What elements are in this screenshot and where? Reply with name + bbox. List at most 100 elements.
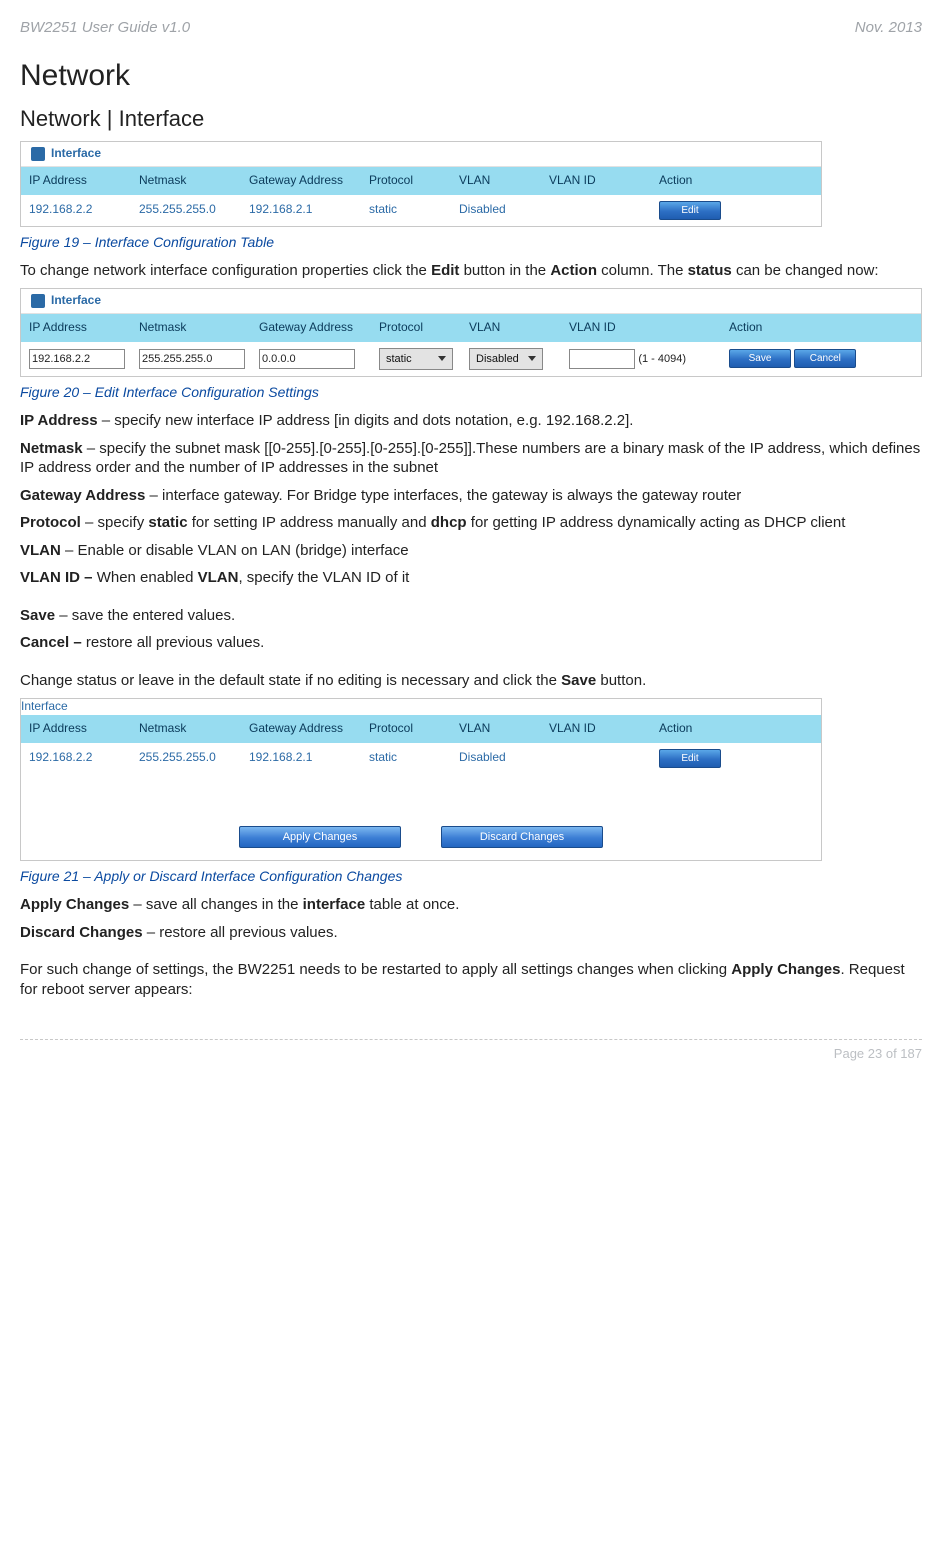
- table-header-row: IP Address Netmask Gateway Address Proto…: [21, 314, 921, 342]
- desc: – save the entered values.: [55, 607, 235, 624]
- cell-proto: static: [371, 342, 461, 376]
- page-number: Page 23 of 187: [834, 1046, 922, 1061]
- desc: – save all changes in the: [129, 896, 302, 913]
- discard-changes-button[interactable]: Discard Changes: [441, 826, 603, 848]
- text: can be changed now:: [732, 262, 879, 279]
- interface-table-view: Interface IP Address Netmask Gateway Add…: [20, 141, 822, 227]
- cell-vlan: Disabled: [451, 196, 541, 224]
- col-ip: IP Address: [21, 715, 131, 743]
- def-netmask: Netmask – specify the subnet mask [[0-25…: [20, 439, 922, 478]
- bold-save: Save: [561, 672, 596, 689]
- term: IP Address: [20, 412, 98, 429]
- def-cancel: Cancel – restore all previous values.: [20, 633, 922, 653]
- apply-discard-row: Apply Changes Discard Changes: [21, 814, 821, 860]
- col-vlanid: VLAN ID: [561, 314, 721, 342]
- def-gateway: Gateway Address – interface gateway. For…: [20, 486, 922, 506]
- text: Change status or leave in the default st…: [20, 672, 561, 689]
- cell-vlan: Disabled: [451, 744, 541, 772]
- chevron-down-icon: [528, 356, 536, 361]
- term: VLAN: [20, 542, 61, 559]
- cell-action: Edit: [651, 195, 821, 226]
- vlanid-input[interactable]: [569, 349, 635, 369]
- cell-gw: 192.168.2.1: [241, 744, 361, 772]
- term: Apply Changes: [20, 896, 129, 913]
- col-netmask: Netmask: [131, 715, 241, 743]
- panel-title: Interface: [51, 146, 101, 162]
- col-action: Action: [721, 314, 921, 342]
- cell-ip: [21, 343, 131, 375]
- term: Netmask: [20, 440, 83, 457]
- col-protocol: Protocol: [361, 167, 451, 195]
- col-netmask: Netmask: [131, 167, 241, 195]
- cell-vlan: Disabled: [461, 342, 561, 376]
- col-vlan: VLAN: [451, 167, 541, 195]
- def-save: Save – save the entered values.: [20, 606, 922, 626]
- table-row: 192.168.2.2 255.255.255.0 192.168.2.1 st…: [21, 743, 821, 774]
- desc: table at once.: [365, 896, 459, 913]
- save-button[interactable]: Save: [729, 349, 791, 368]
- cell-vlanid: [541, 752, 651, 764]
- select-value: Disabled: [476, 352, 519, 366]
- cell-ip: 192.168.2.2: [21, 744, 131, 772]
- text: button in the: [459, 262, 550, 279]
- def-vlanid: VLAN ID – When enabled VLAN, specify the…: [20, 568, 922, 588]
- gateway-input[interactable]: [259, 349, 355, 369]
- bold: interface: [303, 896, 366, 913]
- panel-titlebar: Interface: [21, 142, 821, 167]
- interface-table-edit: Interface IP Address Netmask Gateway Add…: [20, 288, 922, 377]
- cell-mask: 255.255.255.0: [131, 744, 241, 772]
- col-ip: IP Address: [21, 167, 131, 195]
- term: VLAN ID –: [20, 569, 97, 586]
- interface-table-apply: Interface IP Address Netmask Gateway Add…: [20, 698, 822, 861]
- expand-icon: [31, 294, 45, 308]
- figure-caption-19: Figure 19 – Interface Configuration Tabl…: [20, 233, 922, 251]
- bold: Apply Changes: [731, 961, 840, 978]
- desc: – interface gateway. For Bridge type int…: [145, 487, 741, 504]
- col-protocol: Protocol: [361, 715, 451, 743]
- def-ip: IP Address – specify new interface IP ad…: [20, 411, 922, 431]
- term: Discard Changes: [20, 924, 143, 941]
- apply-changes-button[interactable]: Apply Changes: [239, 826, 401, 848]
- col-gateway: Gateway Address: [251, 314, 371, 342]
- edit-button[interactable]: Edit: [659, 749, 721, 768]
- desc: – Enable or disable VLAN on LAN (bridge)…: [61, 542, 409, 559]
- term: Gateway Address: [20, 487, 145, 504]
- desc: for getting IP address dynamically actin…: [467, 514, 846, 531]
- doc-date: Nov. 2013: [855, 18, 922, 38]
- term: Protocol: [20, 514, 81, 531]
- vlanid-range: (1 - 4094): [638, 353, 686, 365]
- ip-input[interactable]: [29, 349, 125, 369]
- bold: VLAN: [198, 569, 239, 586]
- edit-button[interactable]: Edit: [659, 201, 721, 220]
- panel-title: Interface: [51, 293, 101, 309]
- doc-title: BW2251 User Guide v1.0: [20, 18, 190, 38]
- term: Save: [20, 607, 55, 624]
- desc: – specify new interface IP address [in d…: [98, 412, 634, 429]
- cell-action: Edit: [651, 743, 821, 774]
- expand-icon: [31, 147, 45, 161]
- col-action: Action: [651, 167, 821, 195]
- cell-mask: [131, 343, 251, 375]
- intro-paragraph: To change network interface configuratio…: [20, 261, 922, 281]
- def-apply: Apply Changes – save all changes in the …: [20, 895, 922, 915]
- cancel-button[interactable]: Cancel: [794, 349, 856, 368]
- protocol-select[interactable]: static: [379, 348, 453, 370]
- col-vlan: VLAN: [451, 715, 541, 743]
- netmask-input[interactable]: [139, 349, 245, 369]
- figure-caption-20: Figure 20 – Edit Interface Configuration…: [20, 383, 922, 401]
- page-header: BW2251 User Guide v1.0 Nov. 2013: [20, 18, 922, 38]
- desc: – specify the subnet mask [[0-255].[0-25…: [20, 440, 920, 477]
- panel-titlebar: Interface: [21, 699, 821, 715]
- text: button.: [596, 672, 646, 689]
- col-vlanid: VLAN ID: [541, 715, 651, 743]
- restart-paragraph: For such change of settings, the BW2251 …: [20, 960, 922, 999]
- select-value: static: [386, 352, 412, 366]
- vlan-select[interactable]: Disabled: [469, 348, 543, 370]
- table-header-row: IP Address Netmask Gateway Address Proto…: [21, 167, 821, 195]
- cell-action: Save Cancel: [721, 343, 921, 374]
- h2-network-interface: Network | Interface: [20, 105, 922, 134]
- cell-ip: 192.168.2.2: [21, 196, 131, 224]
- desc: , specify the VLAN ID of it: [238, 569, 409, 586]
- bold-status: status: [688, 262, 732, 279]
- desc: When enabled: [97, 569, 198, 586]
